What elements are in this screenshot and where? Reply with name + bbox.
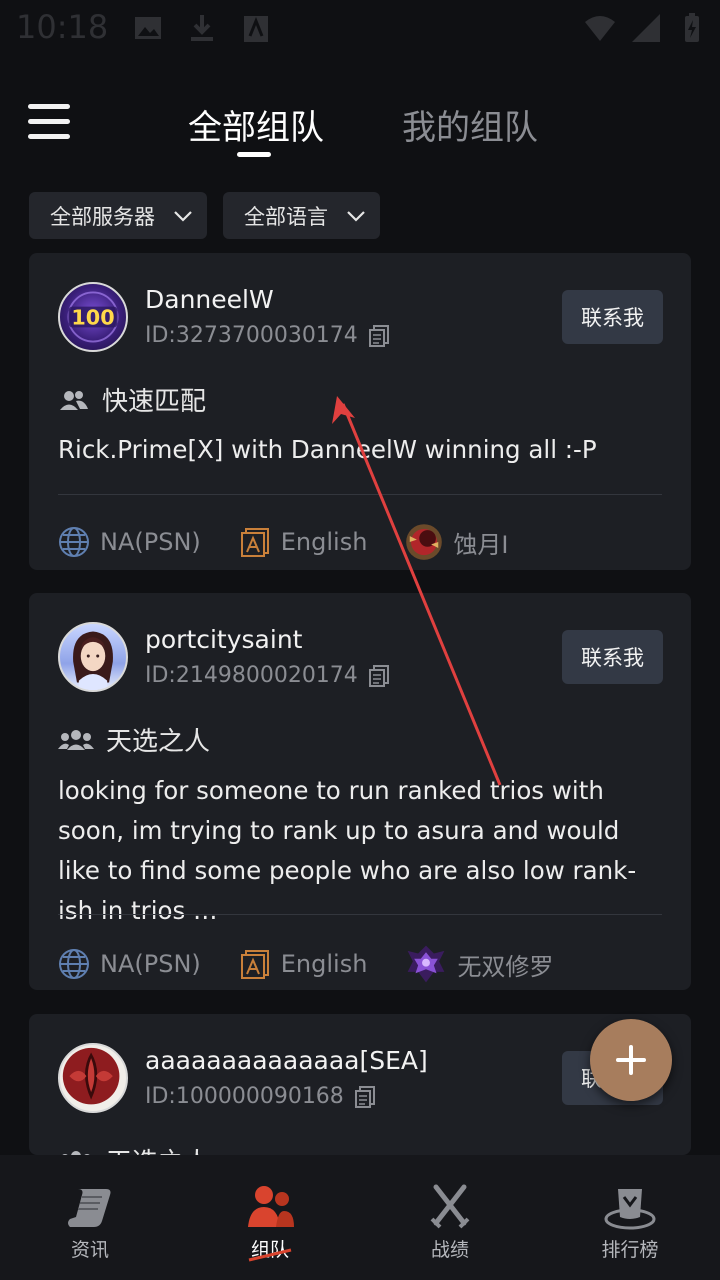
team-post-card[interactable]: aaaaaaaaaaaaaa[SEA] ID:100000090168 联系我 …	[29, 1014, 691, 1155]
trio-players-icon	[58, 729, 94, 750]
copy-icon[interactable]	[368, 324, 390, 348]
nav-item-stats[interactable]: 战绩	[360, 1155, 540, 1280]
image-notification-icon	[135, 17, 161, 39]
chevron-down-icon	[174, 210, 192, 222]
tab-my-teams[interactable]: 我的组队	[402, 100, 538, 149]
nav-label: 资讯	[70, 1239, 109, 1261]
menu-icon-bar	[28, 104, 70, 109]
crossed-swords-icon	[430, 1184, 470, 1229]
rank-asura-icon	[408, 945, 445, 983]
duo-players-icon	[60, 390, 88, 410]
contact-me-button[interactable]: 联系我	[562, 630, 663, 684]
nav-item-team[interactable]: 组队	[180, 1155, 360, 1280]
text-notification-icon	[244, 16, 268, 42]
download-icon	[191, 15, 213, 41]
user-id: ID:2149800020174	[145, 663, 358, 688]
copy-icon[interactable]	[354, 1085, 376, 1109]
nav-label: 战绩	[430, 1239, 469, 1261]
menu-button[interactable]	[28, 104, 72, 140]
active-slash-marker	[248, 1248, 292, 1262]
ranking-emblem-icon	[604, 1189, 656, 1230]
battery-icon	[685, 13, 699, 42]
menu-icon-bar	[28, 134, 70, 139]
team-icon	[248, 1186, 294, 1227]
bottom-navigation: 资讯 组队 战绩 排行榜	[0, 1155, 720, 1280]
wifi-icon	[585, 16, 615, 41]
server-filter-label: 全部服务器	[50, 204, 155, 229]
chevron-down-icon	[347, 210, 365, 222]
avatar[interactable]: 100	[58, 282, 128, 352]
nav-item-ranking[interactable]: 排行榜	[540, 1155, 720, 1280]
copy-icon[interactable]	[368, 664, 390, 688]
game-mode: 快速匹配	[102, 387, 207, 417]
language-filter-label: 全部语言	[244, 204, 328, 229]
language-icon	[240, 528, 269, 557]
menu-icon-bar	[28, 119, 70, 124]
nav-item-news[interactable]: 资讯	[0, 1155, 180, 1280]
divider	[58, 494, 662, 495]
team-post-card[interactable]: portcitysaint ID:2149800020174 联系我 天选之人 …	[29, 593, 691, 990]
signal-icon	[632, 14, 660, 42]
status-bar: 10:18	[0, 0, 720, 60]
server-filter-dropdown[interactable]: 全部服务器	[29, 192, 207, 239]
server-label: NA(PSN)	[100, 528, 201, 556]
user-id: ID:3273700030174	[145, 323, 358, 348]
username: DanneelW	[145, 285, 274, 314]
server-label: NA(PSN)	[100, 950, 201, 978]
language-label: English	[280, 950, 368, 978]
plus-icon	[616, 1045, 646, 1075]
game-mode: 天选之人	[106, 727, 211, 757]
language-label: English	[280, 528, 368, 556]
user-id: ID:100000090168	[145, 1084, 344, 1109]
post-description: Rick.Prime[X] with DanneelW winning all …	[58, 435, 597, 464]
language-icon	[240, 950, 269, 979]
username: portcitysaint	[145, 625, 303, 654]
top-navigation: 全部组队 我的组队	[0, 90, 720, 170]
team-post-card[interactable]: 100 DanneelW ID:3273700030174 联系我 快速匹配 R…	[29, 253, 691, 570]
username: aaaaaaaaaaaaaa[SEA]	[145, 1046, 428, 1075]
language-filter-dropdown[interactable]: 全部语言	[223, 192, 380, 239]
nav-label: 排行榜	[601, 1239, 659, 1261]
character-portrait-icon	[73, 631, 113, 690]
avatar[interactable]	[58, 622, 128, 692]
active-tab-indicator	[237, 152, 271, 157]
rank-label: 蚀月I	[453, 530, 509, 559]
avatar-badge-text: 100	[71, 306, 114, 330]
scroll-icon	[68, 1189, 111, 1227]
rank-eclipse-moon-icon	[406, 524, 443, 560]
avatar[interactable]	[58, 1043, 128, 1113]
avatar-badge-icon: 100	[67, 291, 119, 343]
status-time: 10:18	[16, 8, 109, 46]
globe-icon	[59, 527, 89, 557]
tab-all-teams[interactable]: 全部组队	[188, 100, 324, 149]
contact-me-button[interactable]: 联系我	[562, 290, 663, 344]
filter-bar: 全部服务器 全部语言	[29, 192, 380, 239]
post-description: looking for someone to run ranked trios …	[58, 776, 637, 925]
globe-icon	[59, 949, 89, 979]
divider	[58, 914, 662, 915]
rank-label: 无双修罗	[457, 952, 554, 981]
create-team-fab[interactable]	[590, 1019, 672, 1101]
game-mode: 天选之人	[106, 1142, 210, 1155]
crimson-emblem-icon	[62, 1047, 120, 1105]
